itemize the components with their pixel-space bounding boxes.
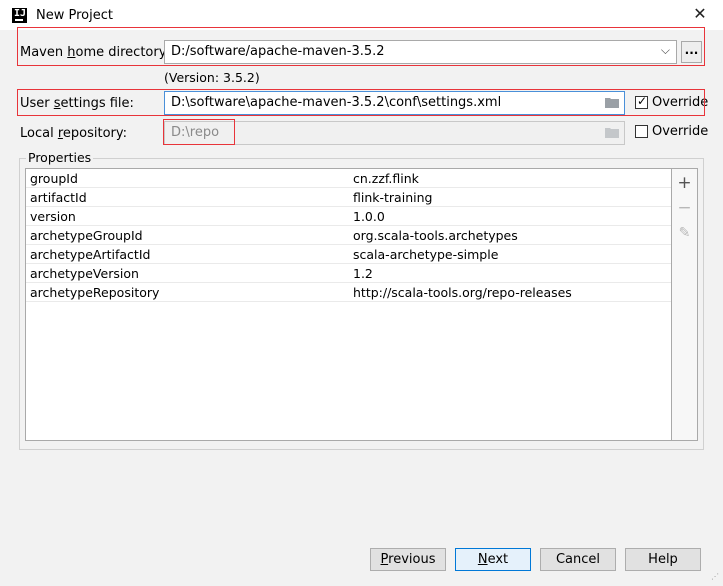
maven-version-text: (Version: 3.5.2) [164, 70, 260, 85]
maven-home-combo[interactable]: D:/software/apache-maven-3.5.2 ⌵ [164, 40, 677, 64]
table-row[interactable]: version 1.0.0 [26, 207, 671, 226]
properties-table: groupId cn.zzf.flink artifactId flink-trai… [25, 168, 672, 441]
folder-icon[interactable] [605, 97, 619, 108]
property-value: scala-archetype-simple [353, 247, 499, 262]
property-value: cn.zzf.flink [353, 171, 419, 186]
local-repo-field: D:\repo [164, 121, 625, 145]
maven-home-value: D:/software/apache-maven-3.5.2 [171, 44, 385, 59]
user-settings-label: User settings file: [20, 96, 134, 111]
close-icon[interactable]: ✕ [690, 4, 710, 24]
table-row[interactable]: groupId cn.zzf.flink [26, 169, 671, 188]
maven-home-label: Maven home directory: [20, 45, 170, 60]
window-title: New Project [36, 8, 113, 23]
table-row[interactable]: archetypeVersion 1.2 [26, 264, 671, 283]
property-key: archetypeVersion [30, 266, 139, 281]
property-key: version [30, 209, 76, 224]
property-value: 1.2 [353, 266, 373, 281]
cancel-button[interactable]: Cancel [540, 548, 616, 571]
properties-legend: Properties [26, 150, 94, 165]
property-key: archetypeRepository [30, 285, 160, 300]
previous-button[interactable]: Previous [370, 548, 446, 571]
property-key: archetypeArtifactId [30, 247, 151, 262]
browse-button[interactable]: ... [681, 41, 702, 63]
local-repo-label: Local repository: [20, 126, 128, 141]
user-settings-override-checkbox[interactable]: ✓ [635, 94, 648, 109]
property-key: archetypeGroupId [30, 228, 143, 243]
folder-icon [605, 128, 619, 138]
user-settings-override-label: Override [652, 95, 709, 110]
local-repo-override-label: Override [652, 124, 709, 139]
property-value: flink-training [353, 190, 433, 205]
edit-icon[interactable]: ✎ [672, 222, 697, 244]
property-key: groupId [30, 171, 78, 186]
property-value: 1.0.0 [353, 209, 385, 224]
user-settings-field[interactable]: D:\software\apache-maven-3.5.2\conf\sett… [164, 91, 625, 115]
local-repo-value: D:\repo [171, 125, 220, 140]
table-row[interactable]: archetypeRepository http://scala-tools.or… [26, 283, 671, 302]
local-repo-override-checkbox[interactable] [635, 125, 648, 138]
chevron-down-icon[interactable]: ⌵ [661, 43, 670, 58]
user-settings-value: D:\software\apache-maven-3.5.2\conf\sett… [171, 95, 502, 110]
property-value: org.scala-tools.archetypes [353, 228, 518, 243]
title-bar: IJ New Project ✕ [0, 0, 723, 30]
table-row[interactable]: archetypeArtifactId scala-archetype-simpl… [26, 245, 671, 264]
table-row[interactable]: archetypeGroupId org.scala-tools.archetyp… [26, 226, 671, 245]
intellij-app-icon: IJ [12, 8, 27, 23]
add-icon[interactable]: + [672, 172, 697, 194]
help-button[interactable]: Help [625, 548, 701, 571]
resize-grip-icon[interactable]: ⋰ [711, 573, 721, 584]
checkmark-icon: ✓ [637, 94, 648, 108]
table-row[interactable]: artifactId flink-training [26, 188, 671, 207]
property-value: http://scala-tools.org/repo-releases [353, 285, 572, 300]
remove-icon[interactable]: − [672, 197, 697, 219]
property-key: artifactId [30, 190, 87, 205]
properties-toolbar: + − ✎ [672, 168, 698, 441]
next-button[interactable]: Next [455, 548, 531, 571]
